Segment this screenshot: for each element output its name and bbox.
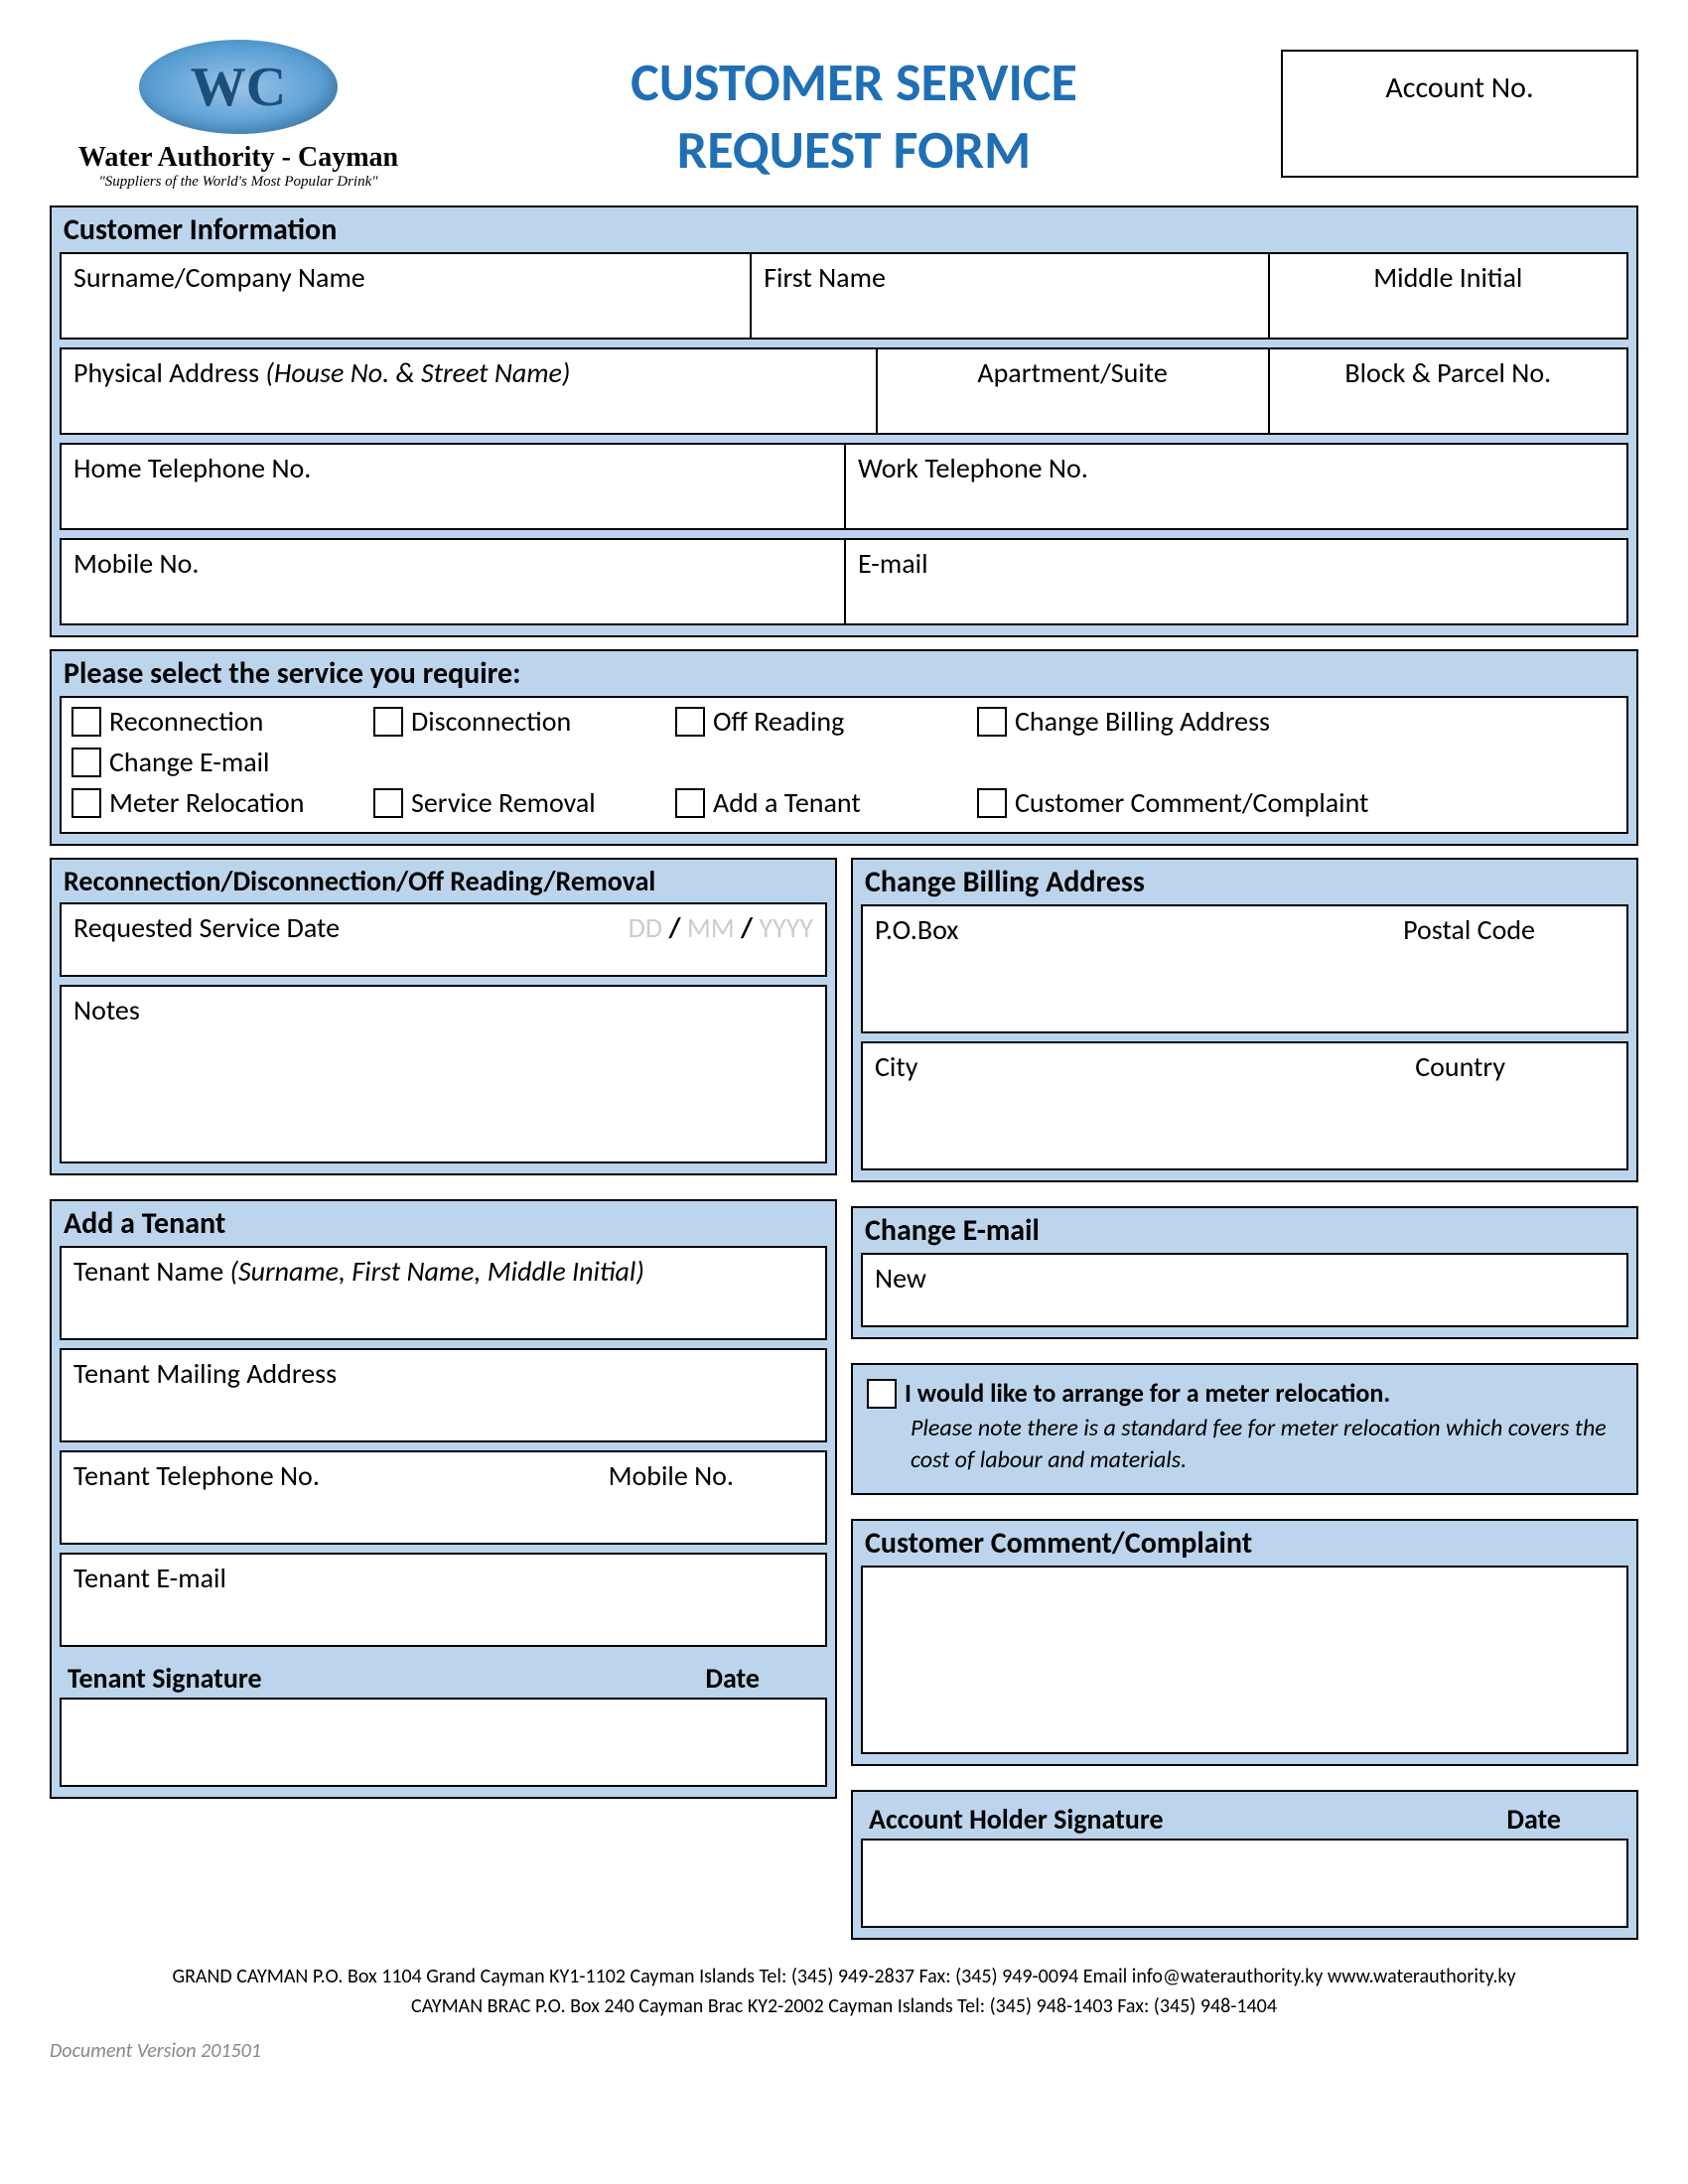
complaint-section: Customer Comment/Complaint [851, 1519, 1638, 1766]
details-columns: Reconnection/Disconnection/Off Reading/R… [50, 858, 1638, 1952]
change-email-heading: Change E-mail [861, 1212, 1628, 1253]
title-line-1: CUSTOMER SERVICE [427, 50, 1281, 117]
city-label: City [875, 1049, 917, 1162]
logo-block: WC Water Authority - Cayman "Suppliers o… [50, 40, 427, 191]
tenant-phone-field[interactable]: Tenant Telephone No. Mobile No. [60, 1450, 827, 1545]
block-parcel-field[interactable]: Block & Parcel No. [1268, 347, 1628, 435]
new-email-field[interactable]: New [861, 1253, 1628, 1327]
pobox-label: P.O.Box [875, 912, 958, 1025]
meter-relocation-option[interactable]: Meter Relocation [71, 785, 350, 820]
customer-information-section: Customer Information Surname/Company Nam… [50, 205, 1638, 637]
tenant-name-field[interactable]: Tenant Name (Surname, First Name, Middle… [60, 1246, 827, 1340]
tenant-tel-label: Tenant Telephone No. [73, 1458, 320, 1537]
holder-sig-date-label: Date [1506, 1802, 1620, 1837]
recon-heading: Reconnection/Disconnection/Off Reading/R… [60, 864, 827, 902]
tenant-sig-date-label: Date [705, 1661, 819, 1696]
right-column: Change Billing Address P.O.Box Postal Co… [851, 858, 1638, 1952]
service-select-heading: Please select the service you require: [60, 655, 1628, 696]
form-title: CUSTOMER SERVICE REQUEST FORM [427, 40, 1281, 184]
checkbox-icon[interactable] [977, 788, 1007, 818]
account-number-field[interactable]: Account No. [1281, 50, 1638, 178]
checkbox-icon[interactable] [675, 707, 705, 737]
apartment-field[interactable]: Apartment/Suite [876, 347, 1268, 435]
address-label: Physical Address [73, 355, 265, 390]
change-email-section: Change E-mail New [851, 1206, 1638, 1339]
change-billing-option[interactable]: Change Billing Address [977, 704, 1335, 739]
checkbox-icon[interactable] [675, 788, 705, 818]
middle-initial-field[interactable]: Middle Initial [1268, 252, 1628, 340]
reconnection-option[interactable]: Reconnection [71, 704, 350, 739]
service-removal-option[interactable]: Service Removal [373, 785, 651, 820]
customer-info-heading: Customer Information [60, 211, 1628, 252]
complaint-option[interactable]: Customer Comment/Complaint [977, 785, 1414, 820]
add-tenant-section: Add a Tenant Tenant Name (Surname, First… [50, 1199, 837, 1799]
checkbox-icon[interactable] [373, 707, 403, 737]
document-version: Document Version 201501 [50, 2039, 1638, 2063]
tenant-sig-label: Tenant Signature [68, 1661, 705, 1696]
mobile-field[interactable]: Mobile No. [60, 538, 844, 625]
relocation-checkbox[interactable] [867, 1379, 897, 1409]
checkbox-icon[interactable] [71, 707, 101, 737]
left-column: Reconnection/Disconnection/Off Reading/R… [50, 858, 837, 1952]
physical-address-field[interactable]: Physical Address (House No. & Street Nam… [60, 347, 876, 435]
surname-field[interactable]: Surname/Company Name [60, 252, 750, 340]
address-hint: (House No. & Street Name) [265, 355, 570, 390]
relocation-note: Please note there is a standard fee for … [867, 1409, 1622, 1477]
header: WC Water Authority - Cayman "Suppliers o… [50, 40, 1638, 191]
tenant-mail-field[interactable]: Tenant Mailing Address [60, 1348, 827, 1442]
first-name-field[interactable]: First Name [750, 252, 1267, 340]
tenant-name-hint: (Surname, First Name, Middle Initial) [230, 1254, 644, 1289]
checkbox-icon[interactable] [373, 788, 403, 818]
checkbox-icon[interactable] [977, 707, 1007, 737]
complaint-heading: Customer Comment/Complaint [861, 1525, 1628, 1566]
service-select-section: Please select the service you require: R… [50, 649, 1638, 846]
tenant-signature-labels: Tenant Signature Date [60, 1659, 827, 1698]
tenant-heading: Add a Tenant [60, 1205, 827, 1246]
city-country-field[interactable]: City Country [861, 1041, 1628, 1170]
footer: GRAND CAYMAN P.O. Box 1104 Grand Cayman … [50, 1962, 1638, 2021]
logo-tagline: "Suppliers of the World's Most Popular D… [50, 174, 427, 191]
add-tenant-option[interactable]: Add a Tenant [675, 785, 953, 820]
change-billing-section: Change Billing Address P.O.Box Postal Co… [851, 858, 1638, 1182]
holder-sig-label: Account Holder Signature [869, 1802, 1506, 1837]
billing-heading: Change Billing Address [861, 864, 1628, 904]
holder-signature-field[interactable] [861, 1839, 1628, 1928]
req-date-label: Requested Service Date [73, 910, 340, 945]
tenant-email-field[interactable]: Tenant E-mail [60, 1553, 827, 1647]
date-placeholder: DD / MM / YYYY [629, 910, 813, 945]
meter-relocation-section: I would like to arrange for a meter relo… [851, 1363, 1638, 1495]
logo-name: Water Authority - Cayman [50, 142, 427, 174]
tenant-signature-field[interactable] [60, 1698, 827, 1787]
reconnection-section: Reconnection/Disconnection/Off Reading/R… [50, 858, 837, 1175]
footer-line-1: GRAND CAYMAN P.O. Box 1104 Grand Cayman … [50, 1962, 1638, 1991]
logo-icon: WC [139, 40, 338, 134]
service-options: Reconnection Disconnection Off Reading C… [60, 696, 1628, 834]
relocation-label: I would like to arrange for a meter relo… [905, 1377, 1390, 1409]
pobox-postal-field[interactable]: P.O.Box Postal Code [861, 904, 1628, 1033]
checkbox-icon[interactable] [71, 788, 101, 818]
footer-line-2: CAYMAN BRAC P.O. Box 240 Cayman Brac KY2… [50, 1991, 1638, 2021]
account-holder-signature-section: Account Holder Signature Date [851, 1790, 1638, 1940]
country-label: Country [1415, 1049, 1615, 1162]
notes-field[interactable]: Notes [60, 985, 827, 1163]
tenant-name-label: Tenant Name [73, 1254, 230, 1289]
checkbox-icon[interactable] [71, 748, 101, 777]
requested-service-date-field[interactable]: Requested Service Date DD / MM / YYYY [60, 902, 827, 977]
tenant-mobile-label: Mobile No. [609, 1458, 813, 1537]
holder-signature-labels: Account Holder Signature Date [861, 1800, 1628, 1839]
work-telephone-field[interactable]: Work Telephone No. [844, 443, 1628, 530]
home-telephone-field[interactable]: Home Telephone No. [60, 443, 844, 530]
change-email-option[interactable]: Change E-mail [71, 745, 350, 779]
disconnection-option[interactable]: Disconnection [373, 704, 651, 739]
off-reading-option[interactable]: Off Reading [675, 704, 953, 739]
postal-label: Postal Code [1403, 912, 1615, 1025]
complaint-field[interactable] [861, 1566, 1628, 1754]
email-field[interactable]: E-mail [844, 538, 1628, 625]
title-line-2: REQUEST FORM [427, 117, 1281, 185]
